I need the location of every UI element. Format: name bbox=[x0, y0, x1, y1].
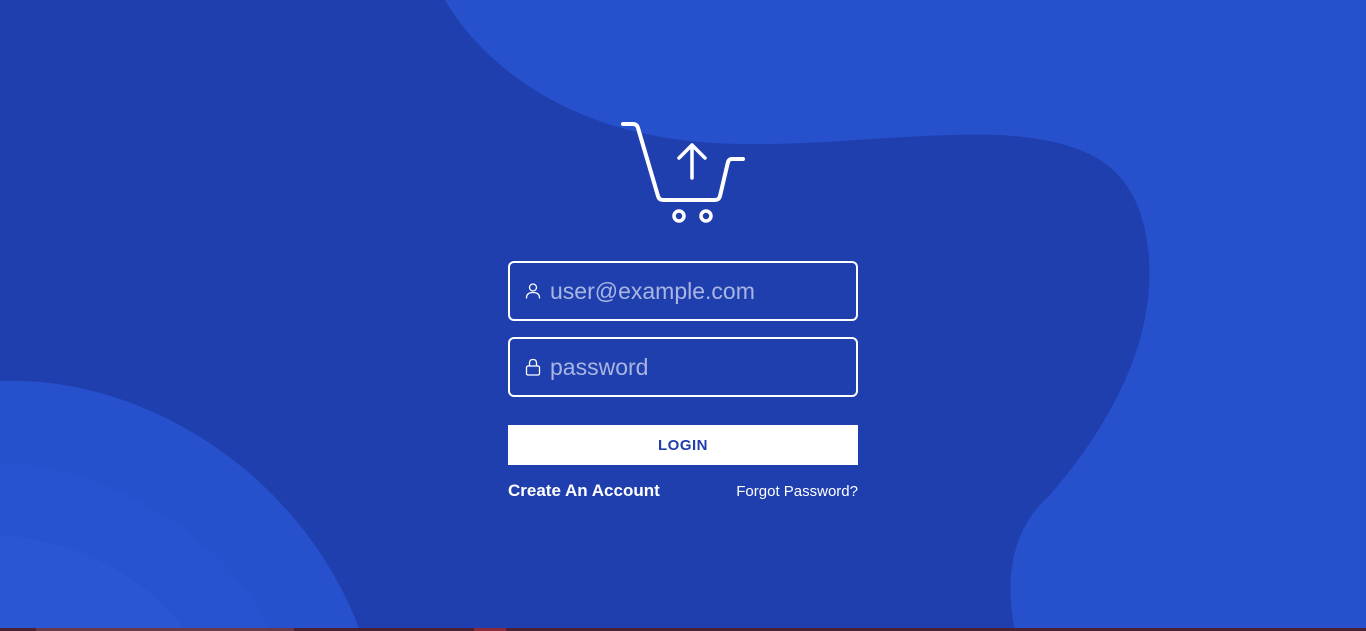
email-input[interactable] bbox=[550, 277, 830, 305]
login-button[interactable]: LOGIN bbox=[508, 425, 858, 465]
password-input[interactable] bbox=[550, 353, 830, 381]
shopping-cart-upload-icon bbox=[621, 122, 745, 223]
login-page: LOGIN Create An Account Forgot Password? bbox=[0, 0, 1366, 631]
create-account-link[interactable]: Create An Account bbox=[508, 481, 660, 501]
password-field[interactable] bbox=[508, 337, 858, 397]
lock-icon bbox=[525, 358, 541, 376]
forgot-password-link[interactable]: Forgot Password? bbox=[736, 483, 858, 500]
user-icon bbox=[525, 283, 541, 299]
email-field[interactable] bbox=[508, 261, 858, 321]
